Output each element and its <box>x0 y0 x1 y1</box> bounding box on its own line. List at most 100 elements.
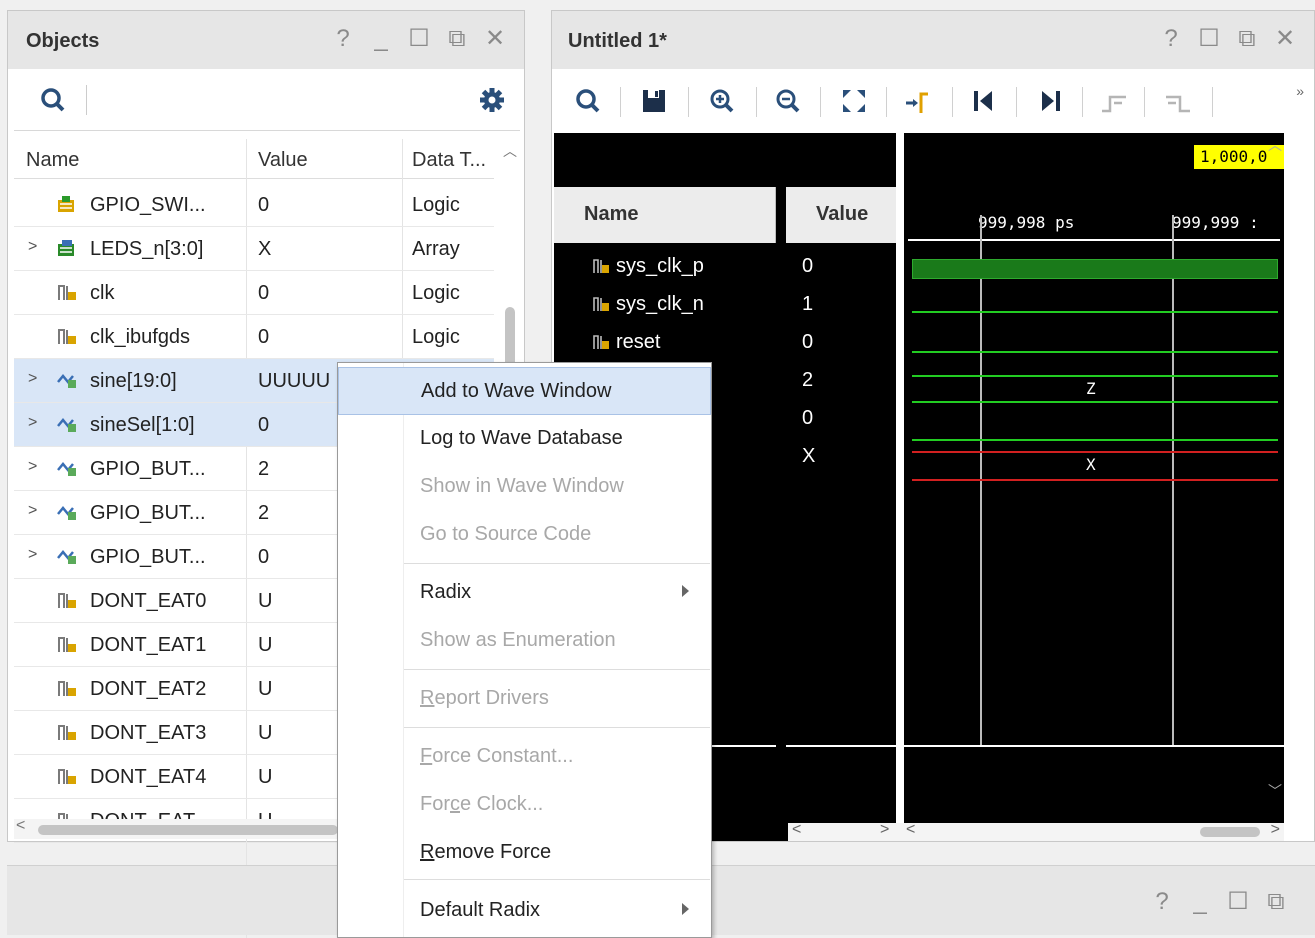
search-icon[interactable] <box>574 87 602 115</box>
table-row[interactable]: > LEDS_n[3:0] X Array <box>14 227 494 271</box>
menu-item-show-as-enumeration[interactable]: Show as Enumeration <box>338 617 711 665</box>
vector-icon <box>56 502 78 522</box>
scroll-left-icon[interactable]: < <box>906 821 915 839</box>
vector-icon <box>56 414 78 434</box>
close-icon[interactable]: ✕ <box>484 27 506 51</box>
float-icon[interactable]: ⧉ <box>1236 27 1258 51</box>
table-row[interactable]: clk 0 Logic <box>14 271 494 315</box>
column-value-header[interactable]: Value <box>258 149 308 172</box>
object-data-type: Logic <box>412 326 460 348</box>
menu-item-add-to-wave-window[interactable]: Add to Wave Window <box>338 367 711 415</box>
expand-chevron-icon[interactable]: > <box>28 458 37 476</box>
menu-item-report-drivers[interactable]: Report Drivers <box>338 675 711 723</box>
menu-item-label: Remove Force <box>420 841 552 863</box>
logic-waveform[interactable] <box>912 311 1278 313</box>
clock-waveform[interactable] <box>912 259 1278 279</box>
wave-splitter[interactable] <box>896 133 904 841</box>
go-to-end-icon[interactable] <box>1036 87 1064 115</box>
menu-item-go-to-source-code[interactable]: Go to Source Code <box>338 511 711 559</box>
help-icon[interactable]: ? <box>1151 890 1173 914</box>
zoom-fit-icon[interactable] <box>840 87 868 115</box>
menu-item-force-clock[interactable]: Force Clock... <box>338 781 711 829</box>
help-icon[interactable]: ? <box>332 27 354 51</box>
table-row[interactable]: GPIO_SWI... 0 Logic <box>14 183 494 227</box>
menu-separator <box>404 563 710 564</box>
wave-horizontal-scrollbar[interactable]: < > < > <box>788 821 1284 841</box>
float-icon[interactable]: ⧉ <box>1265 890 1287 914</box>
logic-waveform[interactable] <box>912 439 1278 441</box>
object-name: DONT_EAT0 <box>90 590 207 612</box>
menu-item-show-in-wave-window[interactable]: Show in Wave Window <box>338 463 711 511</box>
object-data-type: Logic <box>412 282 460 304</box>
zoom-in-icon[interactable] <box>708 87 736 115</box>
wave-signal-name[interactable]: reset <box>592 331 660 354</box>
menu-item-label: Log to Wave Database <box>420 427 623 449</box>
expand-chevron-icon[interactable]: > <box>28 370 37 388</box>
maximize-icon[interactable]: ☐ <box>408 27 430 51</box>
scroll-right-icon[interactable]: > <box>880 821 889 839</box>
object-value: 0 <box>258 282 270 304</box>
table-row[interactable]: clk_ibufgds 0 Logic <box>14 315 494 359</box>
bus-waveform-bottom[interactable] <box>912 479 1278 481</box>
menu-item-default-radix[interactable]: Default Radix <box>338 887 711 935</box>
go-to-start-icon[interactable] <box>970 87 998 115</box>
bus-waveform-top[interactable] <box>912 451 1278 453</box>
object-value: 0 <box>258 414 270 436</box>
wave-name-header[interactable]: Name <box>554 187 776 243</box>
scroll-right-icon[interactable]: > <box>1271 821 1280 839</box>
scroll-left-icon[interactable]: < <box>792 821 801 839</box>
zoom-out-icon[interactable] <box>774 87 802 115</box>
menu-item-log-to-wave-database[interactable]: Log to Wave Database <box>338 415 711 463</box>
expand-chevron-icon[interactable]: > <box>28 546 37 564</box>
scroll-down-icon[interactable]: ﹀ <box>1268 781 1282 801</box>
search-icon[interactable] <box>40 87 66 113</box>
wave-value-header[interactable]: Value <box>786 187 896 243</box>
scroll-thumb[interactable] <box>38 825 338 835</box>
signal-icon <box>56 326 78 346</box>
column-type-header[interactable]: Data T... <box>412 149 486 172</box>
column-name-header[interactable]: Name <box>26 149 79 172</box>
scroll-up-icon[interactable]: ︿ <box>503 141 517 161</box>
wave-signal-name[interactable]: sys_clk_p <box>592 255 704 278</box>
maximize-icon[interactable]: ☐ <box>1198 27 1220 51</box>
submenu-arrow-icon <box>682 585 689 597</box>
gear-icon[interactable] <box>478 86 506 114</box>
menu-item-force-constant[interactable]: Force Constant... <box>338 733 711 781</box>
wave-signal-name[interactable]: sys_clk_n <box>592 293 704 316</box>
go-to-cursor-icon[interactable] <box>904 87 932 115</box>
toolbar-overflow-icon[interactable]: » <box>1296 83 1304 99</box>
bus-waveform-bottom[interactable] <box>912 401 1278 403</box>
objects-window-controls: ? _ ☐ ⧉ ✕ <box>332 27 506 51</box>
waveform-area[interactable]: 1,000,0 999,998 ps 999,999 : Z X ︿ ﹀ <box>904 133 1284 823</box>
wave-value-header-label: Value <box>816 203 869 225</box>
scroll-left-icon[interactable]: < <box>16 817 25 835</box>
logic-waveform[interactable] <box>912 351 1278 353</box>
expand-chevron-icon[interactable]: > <box>28 238 37 256</box>
menu-item-remove-force[interactable]: Remove Force <box>338 829 711 877</box>
next-transition-icon[interactable] <box>1164 87 1192 115</box>
close-icon[interactable]: ✕ <box>1274 27 1296 51</box>
scroll-thumb[interactable] <box>1200 827 1260 837</box>
wave-name-header-label: Name <box>584 203 639 225</box>
bus-waveform-top[interactable] <box>912 375 1278 377</box>
menu-separator <box>404 669 710 670</box>
object-value: U <box>258 590 273 612</box>
minimize-icon[interactable]: _ <box>1189 890 1211 914</box>
time-tick-label: 999,999 : <box>1172 213 1259 232</box>
object-name: GPIO_BUT... <box>90 458 206 480</box>
help-icon[interactable]: ? <box>1160 27 1182 51</box>
wave-divider <box>904 745 1284 747</box>
menu-item-radix[interactable]: Radix <box>338 569 711 617</box>
float-icon[interactable]: ⧉ <box>446 27 468 51</box>
expand-chevron-icon[interactable]: > <box>28 502 37 520</box>
wave-signal-label: sys_clk_n <box>616 293 704 315</box>
expand-chevron-icon[interactable]: > <box>28 414 37 432</box>
scroll-up-icon[interactable]: ︿ <box>1268 135 1282 155</box>
object-name: GPIO_BUT... <box>90 502 206 524</box>
maximize-icon[interactable]: ☐ <box>1227 890 1249 914</box>
previous-transition-icon[interactable] <box>1100 87 1128 115</box>
save-icon[interactable] <box>640 87 668 115</box>
menu-item-label: Go to Source Code <box>420 523 592 545</box>
submenu-arrow-icon <box>682 903 689 915</box>
minimize-icon[interactable]: _ <box>370 27 392 51</box>
